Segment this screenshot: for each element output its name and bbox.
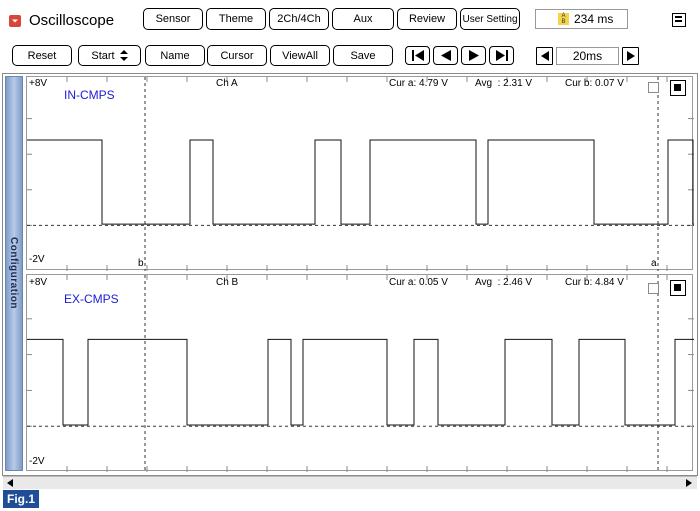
prev-icon — [440, 50, 451, 61]
timer-display: AB 234 ms — [535, 9, 628, 29]
right-arrow-icon — [626, 51, 635, 61]
skip-first-button[interactable] — [405, 46, 430, 65]
channel-a-checkbox[interactable] — [648, 82, 659, 93]
channel-b-id: Ch B — [216, 277, 239, 288]
scroll-left-button[interactable] — [4, 477, 16, 489]
scroll-right-icon — [686, 479, 692, 487]
channel-b-select-box[interactable] — [670, 280, 686, 296]
next-icon — [468, 50, 479, 61]
cursor-a-label: a — [651, 258, 657, 269]
channel-b-ytop: +8V — [29, 277, 48, 288]
channel-a-cur-b: Cur b: 0.07 V — [565, 78, 624, 89]
channel-mode-button[interactable]: 2Ch/4Ch — [269, 8, 329, 30]
channel-a-ybot: -2V — [29, 254, 45, 265]
channel-a-plot — [27, 77, 694, 271]
channel-b-panel: +8V -2V EX-CMPS Ch B Cur a: 0.05 V Avg :… — [26, 274, 694, 472]
channel-b-cur-a: Cur a: 0.05 V — [389, 277, 448, 288]
signal-trace — [27, 338, 694, 426]
skip-first-icon — [411, 50, 424, 61]
horizontal-scrollbar[interactable] — [3, 476, 697, 489]
channel-b-checkbox[interactable] — [648, 283, 659, 294]
theme-button[interactable]: Theme — [206, 8, 266, 30]
hamburger-menu-icon[interactable] — [672, 13, 686, 27]
start-select[interactable]: Start — [78, 45, 141, 66]
app-menu-icon[interactable] — [9, 15, 21, 27]
channel-a-name: IN-CMPS — [64, 88, 115, 102]
review-button[interactable]: Review — [397, 8, 457, 30]
figure-label: Fig.1 — [3, 490, 40, 508]
channel-b-ybot: -2V — [29, 456, 45, 467]
ab-badge-icon: AB — [558, 13, 569, 25]
app-title: Oscilloscope — [29, 12, 115, 29]
grid — [27, 275, 694, 472]
signal-trace — [27, 139, 694, 225]
aux-button[interactable]: Aux — [332, 8, 394, 30]
timebase-value: 20ms — [556, 47, 619, 65]
channel-a-ytop: +8V — [29, 78, 48, 89]
configuration-label: Configuration — [8, 237, 19, 310]
cursor-button[interactable]: Cursor — [207, 45, 267, 66]
timebase-increase-button[interactable] — [622, 47, 639, 65]
skip-last-icon — [495, 50, 508, 61]
view-all-button[interactable]: ViewAll — [270, 45, 330, 66]
channel-b-cur-b: Cur b: 4.84 V — [565, 277, 624, 288]
user-setting-button[interactable]: User Setting — [460, 8, 520, 30]
channel-b-plot — [27, 275, 694, 472]
configuration-tab[interactable]: Configuration — [5, 76, 23, 471]
channel-a-panel: +8V -2V IN-CMPS Ch A Cur a: 4.79 V Avg :… — [26, 76, 694, 271]
scroll-right-button[interactable] — [683, 477, 695, 489]
timer-value: 234 ms — [574, 12, 614, 26]
updown-arrows-icon — [119, 50, 128, 61]
prev-button[interactable] — [433, 46, 458, 65]
channel-a-id: Ch A — [216, 78, 238, 89]
chevron-down-icon — [12, 19, 18, 23]
channel-a-select-box[interactable] — [670, 80, 686, 96]
channel-b-name: EX-CMPS — [64, 292, 119, 306]
sensor-button[interactable]: Sensor — [143, 8, 203, 30]
save-button[interactable]: Save — [333, 45, 393, 66]
cursor-b-label: b — [138, 258, 144, 269]
channel-a-avg: Avg : 2.31 V — [475, 78, 533, 89]
name-button[interactable]: Name — [145, 45, 205, 66]
skip-last-button[interactable] — [489, 46, 514, 65]
left-arrow-icon — [540, 51, 549, 61]
scroll-left-icon — [7, 479, 13, 487]
timebase-decrease-button[interactable] — [536, 47, 553, 65]
channel-a-cur-a: Cur a: 4.79 V — [389, 78, 448, 89]
next-button[interactable] — [461, 46, 486, 65]
reset-button[interactable]: Reset — [12, 45, 72, 66]
channel-b-avg: Avg : 2.46 V — [475, 277, 533, 288]
